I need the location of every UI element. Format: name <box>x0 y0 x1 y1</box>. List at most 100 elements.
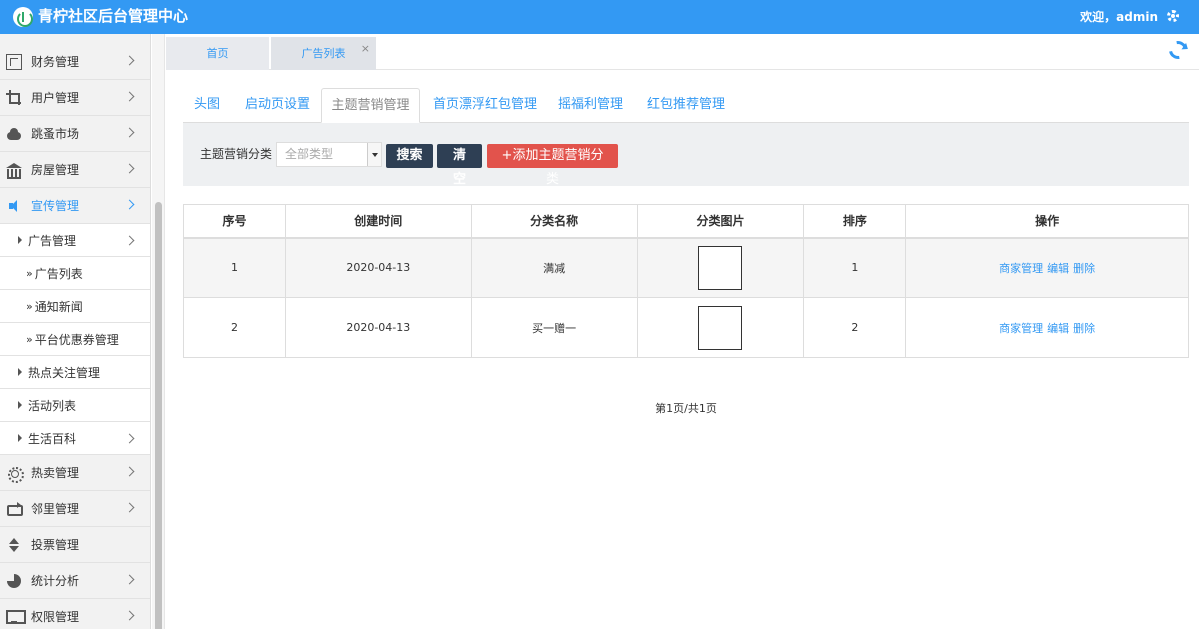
sidebar-item-voting[interactable]: 投票管理 <box>0 527 150 563</box>
delete-link[interactable]: 删除 <box>1073 322 1095 335</box>
sidebar-item-publicity[interactable]: 宣传管理 <box>0 188 150 224</box>
sidebar-sub-activity[interactable]: 活动列表 <box>0 389 150 422</box>
sun-icon <box>6 465 24 483</box>
chevron-right-icon <box>124 433 135 444</box>
retweet-icon <box>6 501 23 517</box>
chevron-right-icon <box>124 235 135 246</box>
tab-floating-red-packet[interactable]: 首页漂浮红包管理 <box>433 88 537 123</box>
refresh-icon[interactable] <box>1165 37 1191 63</box>
grid-icon <box>6 53 22 70</box>
cell-date: 2020-04-13 <box>284 297 472 358</box>
sidebar-leaf-coupon[interactable]: » 平台优惠券管理 <box>0 323 150 356</box>
sidebar-sub-life-wiki[interactable]: 生活百科 <box>0 422 150 455</box>
edit-link[interactable]: 编辑 <box>1047 322 1069 335</box>
cell-ops: 商家管理 编辑 删除 <box>905 297 1189 358</box>
table-row: 2 2020-04-13 买一赠一 2 商家管理 编辑 删除 <box>183 297 1189 358</box>
double-angle-icon: » <box>26 266 33 280</box>
tab-red-packet-recommend[interactable]: 红包推荐管理 <box>647 88 725 123</box>
chevron-right-icon <box>124 199 135 210</box>
sidebar-scrollbar[interactable] <box>152 34 165 629</box>
gear-icon[interactable] <box>1167 10 1179 22</box>
bank-icon <box>6 162 22 179</box>
column-header: 分类名称 <box>470 204 638 239</box>
close-icon[interactable]: × <box>361 32 370 65</box>
chevron-right-icon <box>124 466 135 477</box>
add-category-button[interactable]: +添加主题营销分类 <box>487 144 618 187</box>
cloud-icon <box>6 126 22 142</box>
category-image <box>698 305 743 350</box>
tab-shake-welfare[interactable]: 摇福利管理 <box>558 88 623 123</box>
content-tabs: 头图 启动页设置 主题营销管理 首页漂浮红包管理 摇福利管理 红包推荐管理 <box>183 88 1189 123</box>
cell-date: 2020-04-13 <box>284 237 472 298</box>
search-button[interactable]: 搜索 <box>386 144 433 168</box>
caret-right-icon <box>18 236 22 244</box>
logo-icon <box>13 7 33 27</box>
column-header: 序号 <box>183 204 286 239</box>
category-select[interactable]: 全部类型 <box>276 142 382 167</box>
sidebar-item-hot-sale[interactable]: 热卖管理 <box>0 455 150 491</box>
sidebar-item-finance[interactable]: 财务管理 <box>0 44 150 80</box>
column-header: 排序 <box>803 204 907 239</box>
clear-button[interactable]: 清空 <box>437 144 482 187</box>
tab-launch-page[interactable]: 启动页设置 <box>245 88 310 123</box>
sidebar-sub-ad-management[interactable]: 广告管理 <box>0 224 150 257</box>
main-content: 头图 启动页设置 主题营销管理 首页漂浮红包管理 摇福利管理 红包推荐管理 主题… <box>166 70 1199 629</box>
tab-header-image[interactable]: 头图 <box>194 88 220 123</box>
sidebar-item-permissions[interactable]: 权限管理 <box>0 599 150 629</box>
sidebar-item-flea-market[interactable]: 跳蚤市场 <box>0 116 150 152</box>
category-label: 主题营销分类 <box>200 147 273 161</box>
sidebar: 财务管理 用户管理 跳蚤市场 房屋管理 宣传管理 广告管理 » 广告列表 » 通… <box>0 34 151 629</box>
category-table: 序号 创建时间 分类名称 分类图片 排序 操作 1 2020-04-13 满减 … <box>183 204 1189 358</box>
cell-sort: 2 <box>803 297 907 358</box>
sidebar-sub-hot-topics[interactable]: 热点关注管理 <box>0 356 150 389</box>
cell-name: 满减 <box>470 237 638 298</box>
delete-link[interactable]: 删除 <box>1073 262 1095 275</box>
cell-image <box>636 297 805 358</box>
crop-icon <box>6 89 22 106</box>
merchant-manage-link[interactable]: 商家管理 <box>999 262 1043 275</box>
cell-image <box>636 237 805 298</box>
merchant-manage-link[interactable]: 商家管理 <box>999 322 1043 335</box>
sidebar-item-statistics[interactable]: 统计分析 <box>0 563 150 599</box>
app-title: 青柠社区后台管理中心 <box>38 7 189 25</box>
search-bar: 主题营销分类 全部类型 搜索 清空 +添加主题营销分类 <box>183 123 1189 187</box>
chevron-right-icon <box>124 127 135 138</box>
chevron-right-icon <box>124 55 135 66</box>
double-angle-icon: » <box>26 299 33 313</box>
page-tab-ad-list[interactable]: 广告列表 × <box>271 37 376 70</box>
pagination-text: 第1页/共1页 <box>655 402 717 415</box>
sidebar-leaf-ad-list[interactable]: » 广告列表 <box>0 257 150 290</box>
edit-link[interactable]: 编辑 <box>1047 262 1069 275</box>
tab-theme-marketing[interactable]: 主题营销管理 <box>321 88 420 123</box>
top-bar: 青柠社区后台管理中心 欢迎，admin <box>0 0 1199 34</box>
speaker-icon <box>6 198 22 214</box>
chevron-down-icon <box>367 143 381 166</box>
sidebar-leaf-news[interactable]: » 通知新闻 <box>0 290 150 323</box>
category-image <box>698 245 743 290</box>
caret-right-icon <box>18 434 22 442</box>
cell-no: 2 <box>183 297 286 358</box>
page-tab-home[interactable]: 首页 <box>166 37 269 70</box>
pie-chart-icon <box>6 573 22 589</box>
caret-right-icon <box>18 401 22 409</box>
scrollbar-thumb[interactable] <box>155 202 162 629</box>
sidebar-item-users[interactable]: 用户管理 <box>0 80 150 116</box>
table-header-row: 序号 创建时间 分类名称 分类图片 排序 操作 <box>183 204 1189 239</box>
chevron-right-icon <box>124 502 135 513</box>
cell-no: 1 <box>183 237 286 298</box>
monitor-icon <box>6 609 26 625</box>
sidebar-item-housing[interactable]: 房屋管理 <box>0 152 150 188</box>
table-row: 1 2020-04-13 满减 1 商家管理 编辑 删除 <box>183 237 1189 298</box>
cell-name: 买一赠一 <box>470 297 638 358</box>
caret-right-icon <box>18 368 22 376</box>
column-header: 创建时间 <box>284 204 472 239</box>
chevron-right-icon <box>124 610 135 621</box>
sidebar-item-neighbors[interactable]: 邻里管理 <box>0 491 150 527</box>
welcome-text[interactable]: 欢迎，admin <box>1080 9 1158 25</box>
column-header: 分类图片 <box>636 204 805 239</box>
column-header: 操作 <box>905 204 1189 239</box>
cell-sort: 1 <box>803 237 907 298</box>
page-tabs: 首页 广告列表 × <box>166 34 1199 70</box>
chevron-right-icon <box>124 91 135 102</box>
cell-ops: 商家管理 编辑 删除 <box>905 237 1189 298</box>
